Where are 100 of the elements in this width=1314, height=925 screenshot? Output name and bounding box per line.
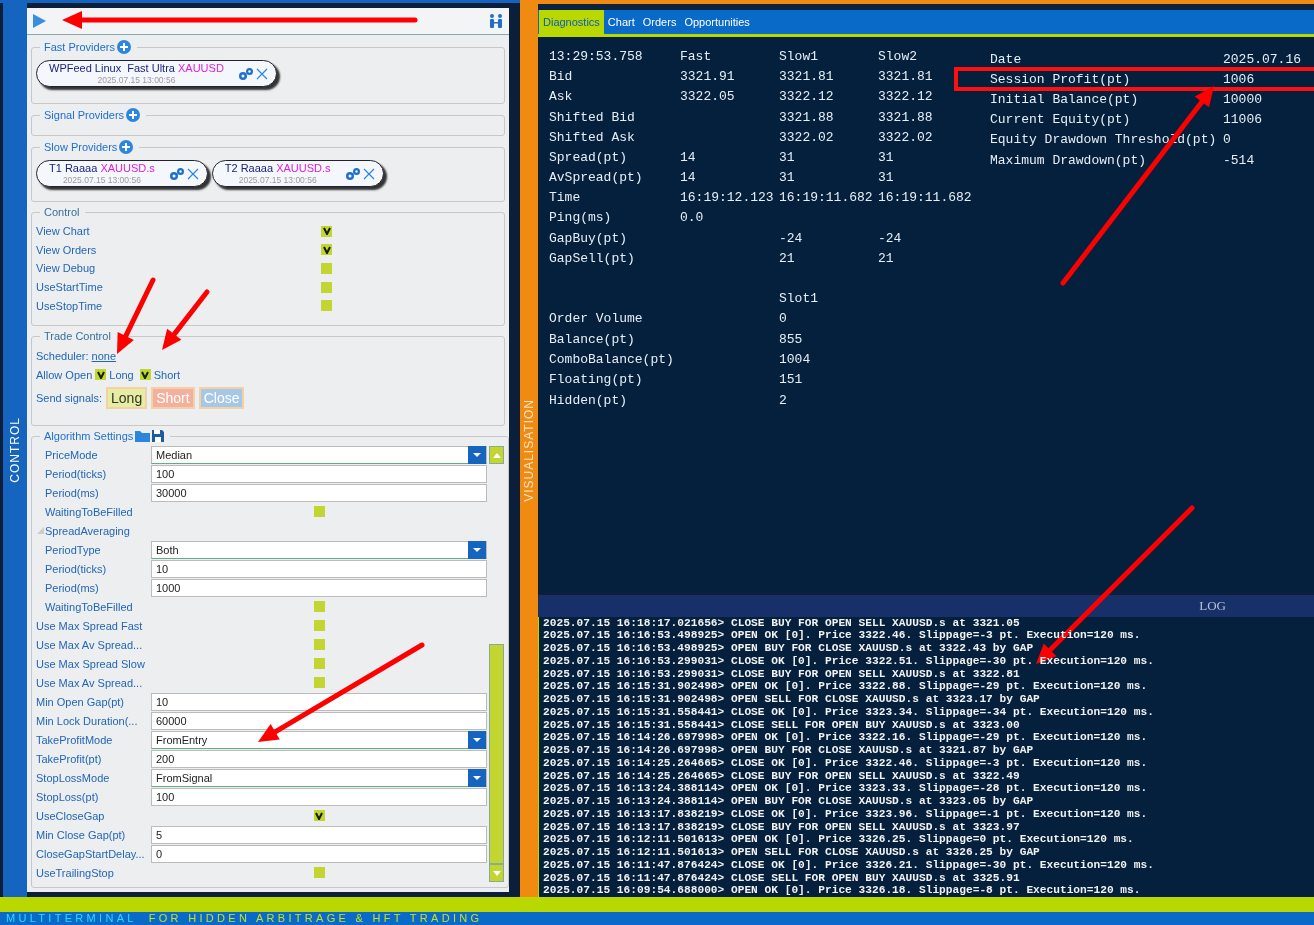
- checkbox[interactable]: [313, 639, 325, 650]
- close-icon[interactable]: [255, 67, 268, 80]
- provider-chip[interactable]: T1 Raaaa XAUUSD.s 2025.07.15 13:00:56: [36, 160, 208, 187]
- setting-label: WaitingToBeFilled: [45, 505, 133, 518]
- tab[interactable]: Orders: [638, 10, 681, 34]
- section-title: Slow Providers: [44, 141, 118, 153]
- table-cell-text: 3322.02: [878, 129, 934, 147]
- input-field[interactable]: 100: [151, 464, 487, 483]
- checkbox[interactable]: [313, 658, 325, 669]
- checkbox[interactable]: [321, 300, 332, 312]
- send-signals-label: Send signals:: [36, 392, 103, 404]
- checkbox[interactable]: [313, 677, 325, 688]
- table-cell-text: 0: [779, 311, 788, 329]
- save-icon[interactable]: [152, 430, 165, 442]
- row-label: GapSell(pt): [549, 250, 636, 268]
- checkbox[interactable]: [313, 867, 325, 878]
- input-field[interactable]: 10: [151, 559, 487, 578]
- section-title: Control: [44, 206, 80, 218]
- log-line: 2025.07.15 16:14:25.264665> CLOSE BUY FOR OPEN SELL XAUUSD.s at 3322.49: [543, 769, 1021, 783]
- column-header: 13:29:53.758: [549, 49, 644, 66]
- checkbox[interactable]: [321, 263, 332, 274]
- provider-chip[interactable]: WPFeed Linux Fast Ultra XAUUSD 2025.07.15 13:00:56: [36, 60, 277, 87]
- row-label: Initial Balance(pt): [990, 91, 1140, 107]
- checkbox[interactable]: [139, 369, 151, 380]
- setting-label: Use Max Av Spread...: [36, 638, 143, 651]
- signal-button[interactable]: Long: [106, 387, 148, 409]
- log-line: 2025.07.15 16:13:17.838219> CLOSE OK [0]. Price 3323.96. Slippage=-1 pt. Execution=120 ms.: [543, 807, 1149, 821]
- add-icon[interactable]: [119, 140, 134, 154]
- add-icon[interactable]: [126, 108, 141, 122]
- setting-label: WaitingToBeFilled: [45, 600, 133, 613]
- table-cell-text: 3321.88: [878, 109, 934, 127]
- row-label: Order Volume: [549, 311, 644, 329]
- checkbox[interactable]: [313, 506, 325, 517]
- provider-chip[interactable]: T2 Raaaa XAUUSD.s 2025.07.15 13:00:56: [211, 160, 384, 187]
- input-field[interactable]: 30000: [151, 483, 487, 502]
- row-label: Current Equity(pt): [990, 112, 1132, 128]
- column-header: Slow1: [779, 49, 819, 66]
- dropdown[interactable]: FromEntry: [151, 730, 487, 749]
- caret-icon: [468, 445, 486, 464]
- tab[interactable]: Chart: [603, 10, 639, 34]
- option-label: View Chart: [36, 225, 91, 238]
- tab[interactable]: Diagnostics: [539, 10, 604, 34]
- gears-icon[interactable]: [237, 66, 254, 81]
- table-cell-text: -24: [779, 230, 804, 248]
- row-label: Date: [990, 51, 1023, 67]
- checkbox[interactable]: [321, 281, 332, 293]
- table-cell-text: 1006: [1223, 71, 1256, 87]
- checkbox[interactable]: [313, 601, 325, 612]
- input-field[interactable]: 1000: [151, 578, 487, 597]
- play-icon[interactable]: [32, 14, 46, 28]
- setting-label: Use Max Spread Slow: [36, 657, 145, 670]
- add-icon[interactable]: [116, 40, 131, 54]
- option-label: Long: [109, 368, 134, 381]
- log-line: 2025.07.15 16:15:31.902498> OPEN OK [0]. Price 3322.88. Slippage=-29 pt. Execution=120 ms.: [543, 680, 1149, 693]
- input-field[interactable]: 5: [151, 825, 487, 844]
- table-cell-text: 31: [878, 149, 895, 167]
- scheduler-link[interactable]: none: [91, 349, 117, 362]
- row-label: Spread(pt): [549, 149, 628, 167]
- scheduler-label: Scheduler:: [36, 349, 89, 362]
- table-cell-text: 1004: [779, 351, 812, 369]
- row-label: ComboBalance(pt): [549, 351, 675, 369]
- section-title: Signal Providers: [44, 109, 125, 121]
- input-field[interactable]: 100: [151, 787, 487, 806]
- dropdown[interactable]: Median: [151, 445, 487, 464]
- table-cell-text: 3321.88: [779, 109, 835, 127]
- row-label: Floating(pt): [549, 372, 644, 390]
- checkbox[interactable]: [321, 225, 332, 237]
- option-label: UseStartTime: [36, 281, 104, 294]
- input-field[interactable]: 0: [151, 844, 487, 863]
- checkbox[interactable]: [313, 810, 325, 821]
- setting-label: Period(ms): [45, 486, 99, 499]
- allow-open-label: Allow Open: [36, 368, 93, 381]
- table-cell-text: 21: [779, 250, 796, 268]
- input-field[interactable]: 60000: [151, 711, 487, 730]
- row-label: Time: [549, 190, 582, 208]
- input-field[interactable]: 10: [151, 692, 487, 711]
- folder-icon[interactable]: [135, 430, 151, 442]
- setting-label: Min Close Gap(pt): [36, 828, 126, 841]
- tab[interactable]: Opportunities: [680, 10, 754, 34]
- dropdown[interactable]: FromSignal: [151, 768, 487, 787]
- dropdown[interactable]: Both: [151, 540, 487, 559]
- gears-icon[interactable]: [168, 166, 185, 181]
- checkbox[interactable]: [95, 369, 107, 380]
- row-label: Ask: [549, 89, 574, 107]
- gears-icon[interactable]: [344, 166, 361, 181]
- input-field[interactable]: 200: [151, 749, 487, 768]
- checkbox[interactable]: [321, 244, 332, 256]
- brand-name: MULTITERMINAL: [6, 912, 137, 925]
- table-cell-text: -24: [878, 230, 903, 248]
- setting-label: PriceMode: [45, 448, 98, 461]
- checkbox[interactable]: [313, 620, 325, 631]
- setting-label: Period(ms): [45, 581, 99, 594]
- people-icon[interactable]: [488, 13, 504, 29]
- close-icon[interactable]: [362, 167, 375, 180]
- table-cell-text: 3322.05: [680, 89, 736, 107]
- annotation-arrow: [162, 289, 210, 350]
- table-cell-text: 2025.07.16: [1223, 51, 1302, 67]
- setting-label: TakeProfitMode: [36, 733, 113, 746]
- close-icon[interactable]: [186, 167, 199, 180]
- table-cell-text: 14: [680, 170, 697, 188]
